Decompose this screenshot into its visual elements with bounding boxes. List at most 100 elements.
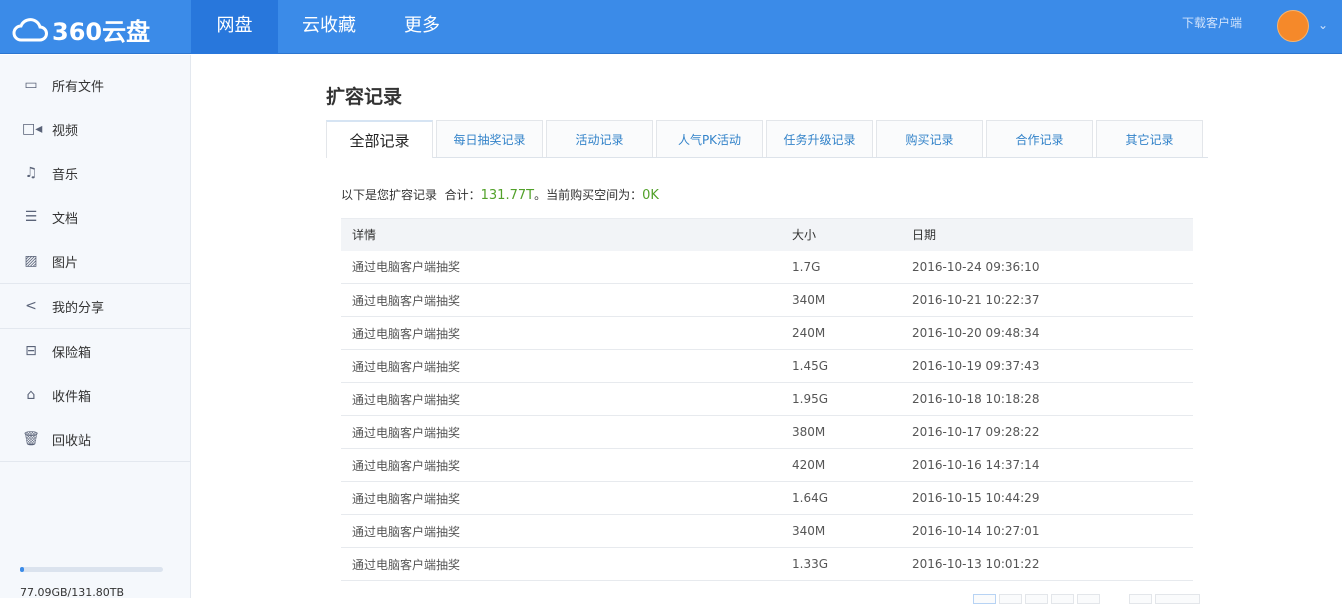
- page-button[interactable]: [1077, 594, 1100, 604]
- column-header-size: 大小: [781, 219, 901, 251]
- cell-detail: 通过电脑客户端抽奖: [341, 317, 781, 350]
- purchased-space: 0K: [642, 188, 659, 203]
- document-icon: ☰: [22, 210, 40, 224]
- tab-task-upgrade[interactable]: 任务升级记录: [766, 120, 873, 157]
- safe-icon: ⊟: [22, 344, 40, 358]
- image-icon: ▨: [22, 254, 40, 268]
- page-button[interactable]: [999, 594, 1022, 604]
- sidebar-item-my-shares[interactable]: < 我的分享: [0, 284, 190, 328]
- cell-date: 2016-10-15 10:44:29: [901, 482, 1193, 515]
- cell-date: 2016-10-21 10:22:37: [901, 284, 1193, 317]
- cell-size: 420M: [781, 449, 901, 482]
- sidebar-item-safe[interactable]: ⊟ 保险箱: [0, 329, 190, 373]
- pagination: [973, 594, 1200, 604]
- table-row: 通过电脑客户端抽奖1.33G2016-10-13 10:01:22: [341, 548, 1193, 581]
- page-button[interactable]: [973, 594, 996, 604]
- cell-date: 2016-10-16 14:37:14: [901, 449, 1193, 482]
- cell-date: 2016-10-18 10:18:28: [901, 383, 1193, 416]
- cell-size: 1.64G: [781, 482, 901, 515]
- share-icon: <: [22, 299, 40, 313]
- next-page-button[interactable]: [1155, 594, 1200, 604]
- cell-detail: 通过电脑客户端抽奖: [341, 548, 781, 581]
- page-button[interactable]: [1025, 594, 1048, 604]
- cell-date: 2016-10-24 09:36:10: [901, 251, 1193, 284]
- tab-daily-lottery[interactable]: 每日抽奖记录: [436, 120, 543, 157]
- top-bar: 360云盘 网盘 云收藏 更多 下载客户端 ⌄: [0, 0, 1342, 54]
- avatar[interactable]: [1277, 10, 1309, 42]
- sidebar-item-all-files[interactable]: ▭ 所有文件: [0, 63, 190, 107]
- cell-detail: 通过电脑客户端抽奖: [341, 284, 781, 317]
- table-row: 通过电脑客户端抽奖420M2016-10-16 14:37:14: [341, 449, 1193, 482]
- nav-more[interactable]: 更多: [380, 0, 464, 54]
- summary: 以下是您扩容记录 合计：131.77T。当前购买空间为：0K: [341, 186, 659, 203]
- page-title: 扩容记录: [326, 82, 402, 109]
- sidebar-item-label: 所有文件: [52, 76, 104, 95]
- sidebar-item-label: 收件箱: [52, 386, 91, 405]
- table-row: 通过电脑客户端抽奖340M2016-10-21 10:22:37: [341, 284, 1193, 317]
- page-button[interactable]: [1051, 594, 1074, 604]
- cell-detail: 通过电脑客户端抽奖: [341, 482, 781, 515]
- table-row: 通过电脑客户端抽奖1.45G2016-10-19 09:37:43: [341, 350, 1193, 383]
- column-header-date: 日期: [901, 219, 1193, 251]
- sidebar-item-label: 保险箱: [52, 342, 91, 361]
- storage-text: 77.09GB/131.80TB: [20, 586, 163, 599]
- column-header-detail: 详情: [341, 219, 781, 251]
- sidebar-item-label: 我的分享: [52, 297, 104, 316]
- sidebar-item-inbox[interactable]: ⌂ 收件箱: [0, 373, 190, 417]
- cloud-logo-icon: [12, 17, 50, 43]
- cell-size: 240M: [781, 317, 901, 350]
- cell-detail: 通过电脑客户端抽奖: [341, 383, 781, 416]
- download-client-link[interactable]: 下载客户端: [1182, 14, 1242, 31]
- cell-date: 2016-10-19 09:37:43: [901, 350, 1193, 383]
- nav-cloud-favorites[interactable]: 云收藏: [278, 0, 380, 54]
- cell-size: 1.45G: [781, 350, 901, 383]
- summary-prefix: 以下是您扩容记录 合计：: [341, 188, 481, 202]
- cell-detail: 通过电脑客户端抽奖: [341, 416, 781, 449]
- sidebar-item-label: 视频: [52, 120, 78, 139]
- table-row: 通过电脑客户端抽奖1.7G2016-10-24 09:36:10: [341, 251, 1193, 284]
- sidebar-item-music[interactable]: ♫音乐: [0, 151, 190, 195]
- sidebar-item-documents[interactable]: ☰ 文档: [0, 195, 190, 239]
- sidebar-item-trash[interactable]: 🗑回收站: [0, 417, 190, 461]
- record-tabs: 全部记录 每日抽奖记录 活动记录 人气PK活动 任务升级记录 购买记录 合作记录…: [326, 120, 1208, 158]
- inbox-icon: ⌂: [22, 388, 40, 402]
- chevron-down-icon[interactable]: ⌄: [1318, 18, 1328, 32]
- cell-size: 340M: [781, 515, 901, 548]
- logo-text: 360云盘: [52, 12, 150, 47]
- cell-size: 380M: [781, 416, 901, 449]
- tab-other[interactable]: 其它记录: [1096, 120, 1203, 157]
- nav-netdisk[interactable]: 网盘: [191, 0, 278, 54]
- sidebar-item-label: 文档: [52, 208, 78, 227]
- sidebar-item-images[interactable]: ▨ 图片: [0, 239, 190, 283]
- sidebar-item-video[interactable]: □◂ 视频: [0, 107, 190, 151]
- summary-middle: 。当前购买空间为：: [534, 188, 642, 202]
- cell-date: 2016-10-17 09:28:22: [901, 416, 1193, 449]
- cell-detail: 通过电脑客户端抽奖: [341, 251, 781, 284]
- tab-pk[interactable]: 人气PK活动: [656, 120, 763, 157]
- cell-detail: 通过电脑客户端抽奖: [341, 350, 781, 383]
- table-row: 通过电脑客户端抽奖340M2016-10-14 10:27:01: [341, 515, 1193, 548]
- trash-icon: 🗑: [22, 432, 40, 446]
- page-button[interactable]: [1129, 594, 1152, 604]
- sidebar-item-label: 图片: [52, 252, 78, 271]
- folder-icon: ▭: [22, 78, 40, 92]
- tab-all[interactable]: 全部记录: [326, 120, 433, 158]
- cell-size: 1.33G: [781, 548, 901, 581]
- cell-detail: 通过电脑客户端抽奖: [341, 515, 781, 548]
- cell-size: 1.95G: [781, 383, 901, 416]
- tab-cooperation[interactable]: 合作记录: [986, 120, 1093, 157]
- table-row: 通过电脑客户端抽奖1.64G2016-10-15 10:44:29: [341, 482, 1193, 515]
- cell-date: 2016-10-20 09:48:34: [901, 317, 1193, 350]
- table-row: 通过电脑客户端抽奖240M2016-10-20 09:48:34: [341, 317, 1193, 350]
- cell-date: 2016-10-14 10:27:01: [901, 515, 1193, 548]
- tab-purchase[interactable]: 购买记录: [876, 120, 983, 157]
- video-icon: □◂: [22, 122, 40, 136]
- storage-bar-fill: [20, 567, 24, 572]
- music-icon: ♫: [22, 166, 40, 180]
- records-table: 详情 大小 日期 通过电脑客户端抽奖1.7G2016-10-24 09:36:1…: [341, 218, 1193, 581]
- tab-activity[interactable]: 活动记录: [546, 120, 653, 157]
- cell-detail: 通过电脑客户端抽奖: [341, 449, 781, 482]
- logo[interactable]: 360云盘: [12, 12, 150, 47]
- cell-size: 340M: [781, 284, 901, 317]
- cell-date: 2016-10-13 10:01:22: [901, 548, 1193, 581]
